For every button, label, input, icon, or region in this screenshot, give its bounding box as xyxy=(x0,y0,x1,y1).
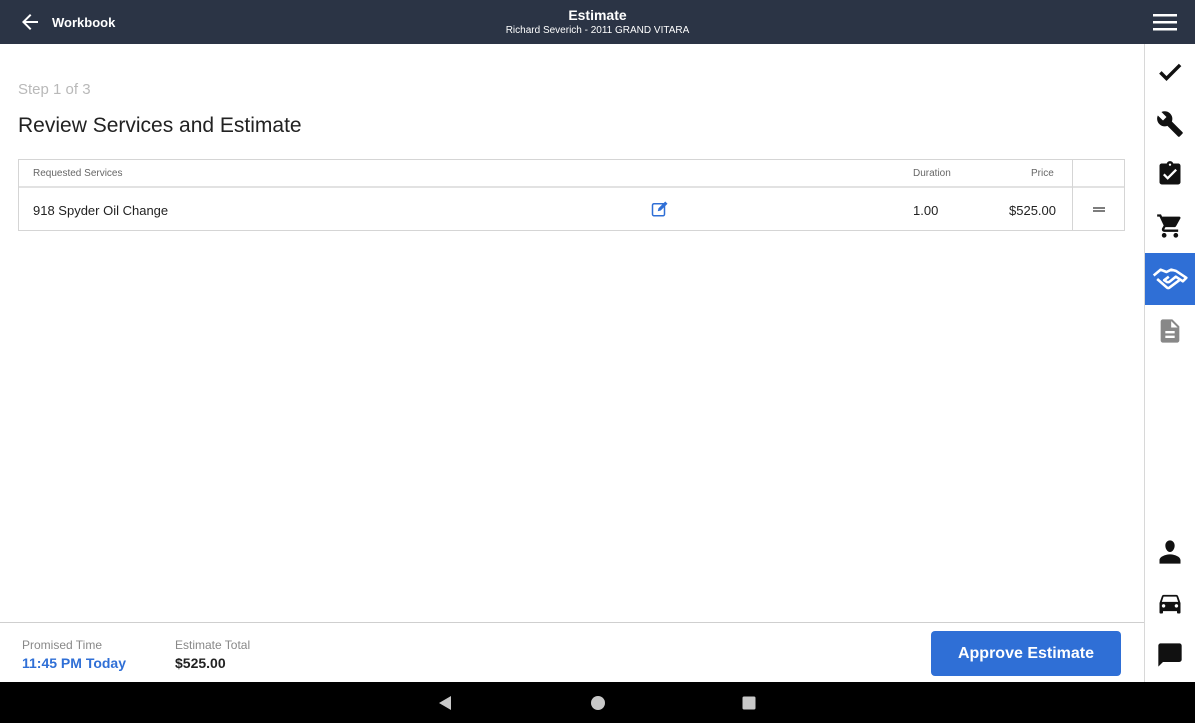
service-duration: 1.00 xyxy=(913,203,939,218)
document-icon xyxy=(1160,319,1180,343)
right-sidebar xyxy=(1144,44,1195,682)
sidebar-item-services[interactable] xyxy=(1145,98,1195,150)
handshake-icon xyxy=(1152,268,1188,290)
clipboard-check-icon xyxy=(1159,161,1181,185)
system-home-button[interactable] xyxy=(590,695,606,711)
wrench-icon xyxy=(1157,111,1183,137)
service-name: 918 Spyder Oil Change xyxy=(33,203,169,218)
edit-icon xyxy=(651,201,668,217)
system-recents-button[interactable] xyxy=(741,695,757,711)
services-table: Requested Services Duration Price 918 Sp… xyxy=(18,159,1125,231)
hamburger-menu-button[interactable] xyxy=(1153,12,1177,32)
estimate-footer: Promised Time 11:45 PM Today Estimate To… xyxy=(0,622,1144,682)
step-indicator: Step 1 of 3 xyxy=(18,81,91,98)
sidebar-item-vehicle[interactable] xyxy=(1145,577,1195,629)
drag-handle-icon xyxy=(1093,206,1105,209)
column-header-price: Price xyxy=(1031,168,1054,179)
check-icon xyxy=(1159,63,1182,81)
triangle-back-icon xyxy=(439,696,451,710)
sidebar-item-cart[interactable] xyxy=(1145,200,1195,252)
menu-icon xyxy=(1153,14,1177,31)
approve-estimate-button[interactable]: Approve Estimate xyxy=(931,631,1121,676)
column-header-services: Requested Services xyxy=(33,168,123,179)
car-icon xyxy=(1159,594,1181,614)
row-menu-button[interactable] xyxy=(1085,200,1113,218)
service-price: $525.00 xyxy=(1009,203,1056,218)
chat-icon xyxy=(1158,643,1182,667)
sidebar-item-check[interactable] xyxy=(1145,46,1195,98)
page-subtitle: Richard Severich - 2011 GRAND VITARA xyxy=(505,25,690,36)
system-navigation-bar xyxy=(0,682,1195,723)
header-titles: Estimate Richard Severich - 2011 GRAND V… xyxy=(0,7,1195,37)
circle-home-icon xyxy=(591,696,605,710)
table-row: 918 Spyder Oil Change 1.00 $525.00 xyxy=(19,188,1124,230)
column-header-duration: Duration xyxy=(913,168,951,179)
square-recents-icon xyxy=(742,696,756,710)
estimate-total-label: Estimate Total xyxy=(175,638,251,652)
main-content: Step 1 of 3 Review Services and Estimate… xyxy=(0,44,1144,622)
cart-icon xyxy=(1157,214,1181,238)
system-back-button[interactable] xyxy=(437,695,453,711)
section-heading: Review Services and Estimate xyxy=(18,114,302,137)
sidebar-item-customer[interactable] xyxy=(1145,526,1195,578)
page-title: Estimate xyxy=(568,7,627,23)
sidebar-item-estimate[interactable] xyxy=(1145,253,1195,305)
estimate-total-value: $525.00 xyxy=(175,655,226,671)
sidebar-item-messages[interactable] xyxy=(1145,629,1195,681)
edit-service-button[interactable] xyxy=(651,200,669,218)
sidebar-item-inspection[interactable] xyxy=(1145,148,1195,200)
promised-time-value[interactable]: 11:45 PM Today xyxy=(22,655,126,671)
promised-time-label: Promised Time xyxy=(22,638,103,652)
table-header: Requested Services Duration Price xyxy=(19,160,1124,188)
app-header: Workbook Estimate Richard Severich - 201… xyxy=(0,0,1195,44)
person-icon xyxy=(1159,540,1181,564)
sidebar-item-document[interactable] xyxy=(1145,305,1195,357)
